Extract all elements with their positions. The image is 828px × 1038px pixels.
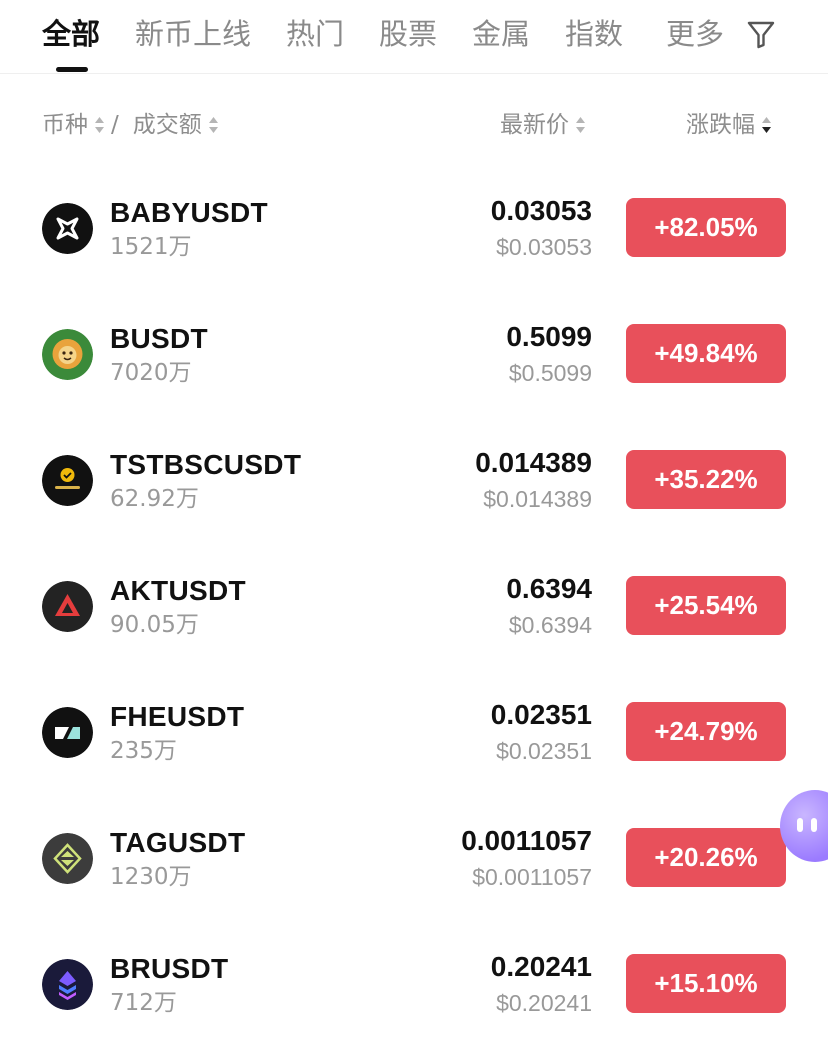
coin-price: 0.0011057 [461,825,592,856]
tab-stocks[interactable]: 股票 [379,14,437,54]
tag-coin-icon [42,833,93,884]
tab-all[interactable]: 全部 [42,14,100,54]
coin-price-usd: $0.02351 [496,738,592,764]
coin-symbol: FHEUSDT [110,701,245,732]
change-badge[interactable]: +25.54% [626,576,786,635]
coin-price: 0.20241 [490,951,592,982]
b-coin-icon [42,329,93,380]
coin-volume: 235万 [110,738,177,764]
list-item[interactable]: TAGUSDT 1230万 0.0011057 $0.0011057 +20.2… [0,796,828,922]
coin-price: 0.014389 [475,447,592,478]
br-coin-icon [42,959,93,1010]
change-badge[interactable]: +49.84% [626,324,786,383]
akt-coin-icon [42,581,93,632]
coin-symbol: BUSDT [110,323,208,354]
change-badge[interactable]: +20.26% [626,828,786,887]
list-item[interactable]: AKTUSDT 90.05万 0.6394 $0.6394 +25.54% [0,544,828,670]
fhe-coin-icon [42,707,93,758]
category-tabs: 全部 新币上线 热门 股票 金属 指数 更多 [0,0,828,74]
sort-icon[interactable] [208,115,219,135]
column-header-price[interactable]: 最新价 [500,108,586,142]
column-header-change[interactable]: 涨跌幅 [686,108,772,142]
list-item[interactable]: TSTBSCUSDT 62.92万 0.014389 $0.014389 +35… [0,418,828,544]
coin-price-usd: $0.6394 [508,612,592,638]
column-separator: / [111,112,119,138]
coin-volume: 712万 [110,990,177,1016]
coin-price: 0.6394 [506,573,592,604]
coin-volume: 1521万 [110,234,192,260]
column-coin-label[interactable]: 币种 [42,108,88,142]
coin-volume: 7020万 [110,360,192,386]
list-item[interactable]: BUSDT 7020万 0.5099 $0.5099 +49.84% [0,292,828,418]
tab-more[interactable]: 更多 [666,14,724,54]
coin-price-usd: $0.03053 [496,234,592,260]
tab-hot[interactable]: 热门 [286,14,344,54]
coin-price: 0.03053 [490,195,592,226]
column-price-label: 最新价 [500,112,569,138]
bot-eye-icon [797,818,803,832]
sort-icon[interactable] [575,115,586,135]
change-badge[interactable]: +35.22% [626,450,786,509]
coin-price: 0.5099 [506,321,592,352]
tab-new-listings[interactable]: 新币上线 [135,14,251,54]
column-change-label: 涨跌幅 [686,112,755,138]
coin-symbol: TSTBSCUSDT [110,449,302,480]
coin-price-usd: $0.014389 [483,486,592,512]
coin-price-usd: $0.0011057 [472,864,592,890]
active-tab-indicator [56,67,88,72]
list-item[interactable]: FHEUSDT 235万 0.02351 $0.02351 +24.79% [0,670,828,796]
coin-symbol: AKTUSDT [110,575,246,606]
coin-symbol: TAGUSDT [110,827,246,858]
filter-icon[interactable] [746,18,776,50]
coin-volume: 90.05万 [110,612,199,638]
column-header-coin-volume: 币种 / 成交额 [42,108,219,142]
column-volume-label[interactable]: 成交额 [133,108,202,142]
coin-price-usd: $0.20241 [496,990,592,1016]
change-badge[interactable]: +15.10% [626,954,786,1013]
baby-coin-icon [42,203,93,254]
tab-indices[interactable]: 指数 [565,14,623,54]
tab-metals[interactable]: 金属 [472,14,530,54]
sort-descending-icon[interactable] [761,115,772,135]
list-item[interactable]: BRUSDT 712万 0.20241 $0.20241 +15.10% [0,922,828,1038]
bot-eye-icon [811,818,817,832]
list-item[interactable]: BABYUSDT 1521万 0.03053 $0.03053 +82.05% [0,166,828,292]
coin-symbol: BABYUSDT [110,197,268,228]
tst-coin-icon [42,455,93,506]
coin-volume: 1230万 [110,864,192,890]
change-badge[interactable]: +82.05% [626,198,786,257]
coin-price-usd: $0.5099 [508,360,592,386]
change-badge[interactable]: +24.79% [626,702,786,761]
coin-price: 0.02351 [490,699,592,730]
coin-symbol: BRUSDT [110,953,229,984]
sort-icon[interactable] [94,115,105,135]
coin-volume: 62.92万 [110,486,199,512]
